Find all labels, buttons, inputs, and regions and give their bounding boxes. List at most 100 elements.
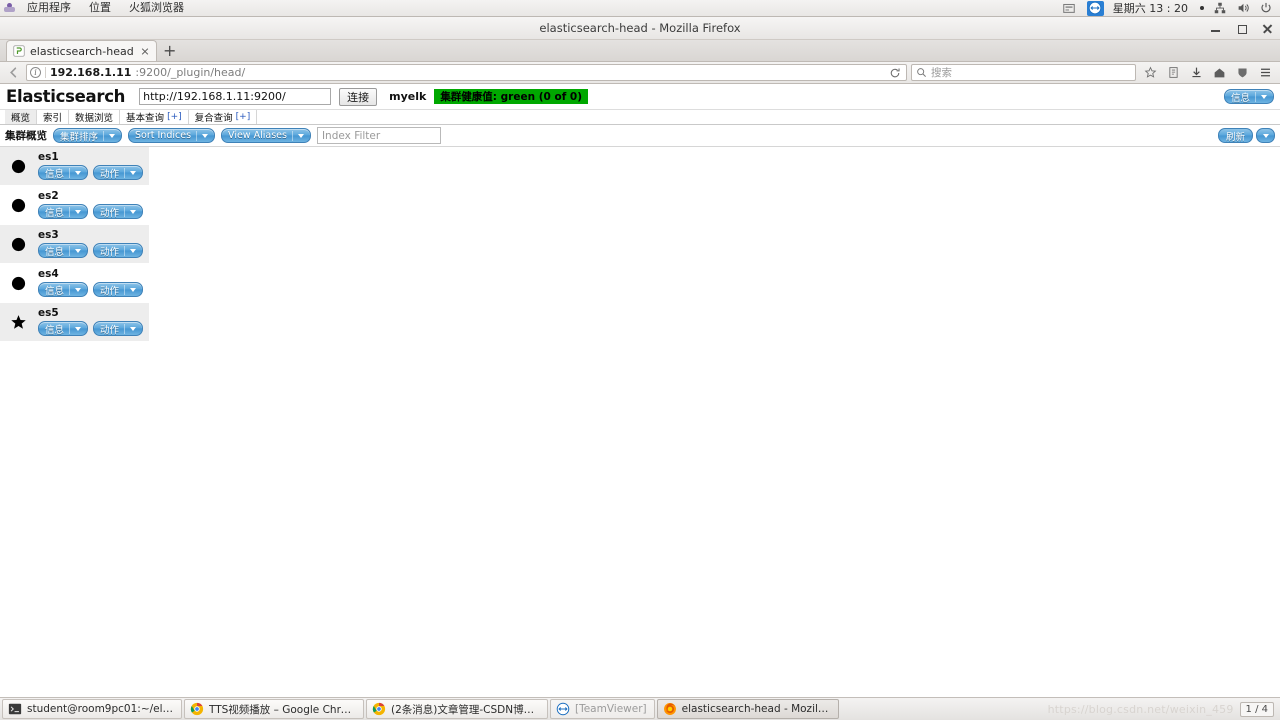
cluster-name: myelk [389,90,427,103]
teamviewer-icon[interactable] [1086,0,1104,16]
hamburger-menu-icon[interactable] [1255,63,1276,82]
node-info-button-label: 信息 [45,246,65,258]
sort-indices-label: Sort Indices [135,130,192,141]
app-tab-bar: 概览 索引 数据浏览 基本查询 [+] 复合查询 [+] [0,110,1280,125]
node-row[interactable]: es2 信息 动作 [0,186,149,225]
view-aliases-label: View Aliases [228,130,287,141]
search-input[interactable]: 搜索 [911,64,1136,81]
tab-strip: elasticsearch-head + [0,40,1280,62]
search-placeholder: 搜索 [931,67,952,79]
node-info-button[interactable]: 信息 [38,321,89,336]
close-button[interactable] [1261,22,1274,35]
cluster-url-input[interactable] [139,88,332,105]
button-divider [124,245,126,256]
chevron-down-icon [130,209,137,214]
home-icon[interactable] [1209,63,1230,82]
node-name: es5 [38,307,59,319]
node-info-button[interactable]: 信息 [38,204,89,219]
minimize-button[interactable] [1209,22,1222,35]
circle-node-icon [8,275,28,292]
taskbar-item-firefox[interactable]: elasticsearch-head - Mozilla Firefox [656,699,839,719]
refresh-options-button[interactable] [1256,128,1275,143]
node-row[interactable]: es1 信息 动作 [0,147,149,186]
maximize-button[interactable] [1235,22,1248,35]
node-body: es3 信息 动作 [38,229,144,258]
tab-overview[interactable]: 概览 [5,110,38,124]
sort-indices-button[interactable]: Sort Indices [128,128,216,143]
firefox-window: elasticsearch-head - Mozilla Firefox ela… [0,17,1280,697]
browser-tab[interactable]: elasticsearch-head [6,40,157,61]
tab-close-icon[interactable] [139,45,151,57]
header-info-button[interactable]: 信息 [1223,89,1274,104]
download-icon[interactable] [1186,63,1207,82]
refresh-button[interactable]: 刷新 [1217,128,1253,143]
taskbar-item-chrome-csdn[interactable]: (2条消息)文章管理-CSDN博客 – G··· [366,699,548,719]
chevron-down-icon [202,133,209,138]
bookmark-star-icon[interactable] [1140,63,1161,82]
taskbar-item-chrome-tts[interactable]: TTS视频播放 – Google Chrome [184,699,364,719]
node-info-button[interactable]: 信息 [38,243,89,258]
node-name: es3 [38,229,59,241]
new-tab-button[interactable]: + [157,40,183,61]
power-icon[interactable] [1259,1,1273,15]
index-filter-input[interactable]: Index Filter [316,127,441,144]
view-aliases-button[interactable]: View Aliases [221,128,311,143]
tab-composite-query[interactable]: 复合查询 [+] [189,110,258,124]
tab-title: elasticsearch-head [30,44,134,58]
node-info-button-label: 信息 [45,324,65,336]
network-icon[interactable] [1213,1,1227,15]
tab-basic-query[interactable]: 基本查询 [+] [120,110,189,124]
shield-icon[interactable] [1232,63,1253,82]
button-divider [69,206,71,217]
node-action-button-label: 动作 [100,285,120,297]
taskbar-item-teamviewer[interactable]: [TeamViewer] [550,699,655,719]
tab-indices[interactable]: 索引 [37,110,70,124]
node-action-button[interactable]: 动作 [93,282,144,297]
gnome-foot-icon [4,2,16,14]
archive-tray-icon[interactable] [1061,1,1078,16]
workspace-indicator[interactable]: 1 / 4 [1239,701,1274,717]
connect-button[interactable]: 连接 [339,87,378,106]
tab-data-browser[interactable]: 数据浏览 [69,110,121,124]
node-buttons: 信息 动作 [38,243,144,258]
back-button-icon[interactable] [4,64,22,82]
button-divider [124,206,126,217]
node-row[interactable]: es5 信息 动作 [0,303,149,342]
node-buttons: 信息 动作 [38,282,144,297]
panel-menu-places[interactable]: 位置 [80,0,120,16]
node-row[interactable]: es3 信息 动作 [0,225,149,264]
panel-menu-applications[interactable]: 应用程序 [18,0,80,16]
node-row[interactable]: es4 信息 动作 [0,264,149,303]
page-info-icon[interactable]: i [30,67,41,78]
tab-basic-query-plus[interactable]: [+] [167,112,182,122]
terminal-icon [8,702,22,716]
chevron-down-icon [75,287,82,292]
cluster-sort-button[interactable]: 集群排序 [53,128,123,143]
reload-icon[interactable] [887,65,903,81]
chevron-down-icon [1262,133,1269,138]
node-info-button-label: 信息 [45,168,65,180]
node-info-button[interactable]: 信息 [38,282,89,297]
header-info-label: 信息 [1230,92,1250,104]
url-bar[interactable]: i 192.168.1.11:9200/_plugin/head/ [26,64,907,81]
node-body: es2 信息 动作 [38,191,144,219]
node-action-button-label: 动作 [100,207,120,219]
panel-menu-firefox[interactable]: 火狐浏览器 [120,0,193,16]
tab-composite-query-plus[interactable]: [+] [236,112,251,122]
panel-clock[interactable]: 星期六 13 : 20 [1113,0,1188,16]
node-action-button[interactable]: 动作 [93,321,144,336]
overview-title: 集群概览 [5,130,47,142]
taskbar-item-label: student@room9pc01:~/elasticsearc··· [27,703,174,715]
reading-list-icon[interactable] [1163,63,1184,82]
chevron-down-icon [130,170,137,175]
button-divider [124,284,126,295]
button-divider [69,167,71,178]
node-action-button[interactable]: 动作 [93,243,144,258]
node-action-button[interactable]: 动作 [93,165,144,180]
node-info-button-label: 信息 [45,285,65,297]
node-info-button[interactable]: 信息 [38,165,89,180]
node-action-button[interactable]: 动作 [93,204,144,219]
taskbar-item-terminal[interactable]: student@room9pc01:~/elasticsearc··· [2,699,182,719]
volume-icon[interactable] [1236,1,1250,15]
app-header: Elasticsearch 连接 myelk 集群健康值: green (0 o… [0,84,1280,110]
